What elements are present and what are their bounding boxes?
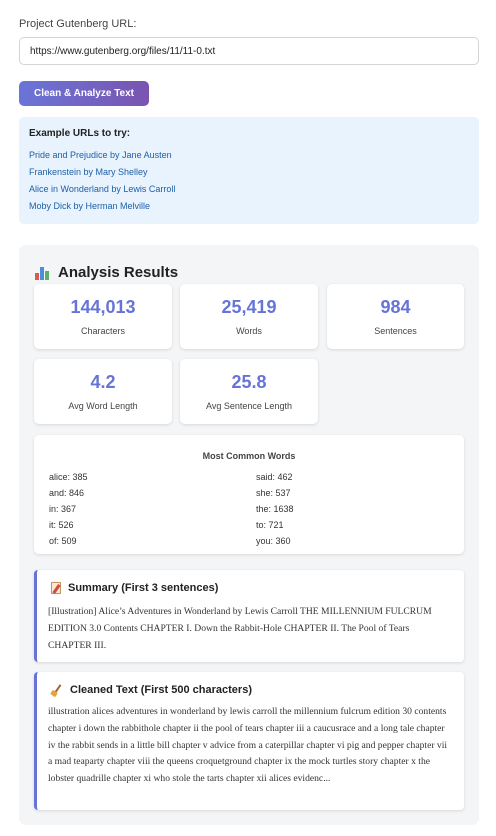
stat-value-sentences: 984 bbox=[380, 297, 411, 317]
common-word-item: in: 367 bbox=[49, 504, 77, 514]
summary-title: Summary (First 3 sentences) bbox=[68, 582, 219, 594]
common-word-item: of: 509 bbox=[49, 536, 77, 546]
stat-card-avg-sentence-length: 25.8 Avg Sentence Length bbox=[180, 359, 318, 424]
memo-icon bbox=[51, 582, 61, 594]
broom-icon bbox=[51, 684, 63, 696]
cleaned-text-title: Cleaned Text (First 500 characters) bbox=[70, 684, 252, 696]
stat-label-sentences: Sentences bbox=[374, 326, 417, 336]
common-word-item: you: 360 bbox=[256, 536, 291, 546]
summary-card: Summary (First 3 sentences) [Illustratio… bbox=[34, 570, 464, 662]
stat-label-words: Words bbox=[236, 326, 262, 336]
stat-label-characters: Characters bbox=[80, 326, 125, 336]
url-label: Project Gutenberg URL: bbox=[19, 18, 137, 30]
example-urls-box: Example URLs to try: Pride and Prejudice… bbox=[19, 117, 479, 224]
stat-card-avg-word-length: 4.2 Avg Word Length bbox=[34, 359, 172, 424]
common-word-item: the: 1638 bbox=[256, 504, 294, 514]
examples-title: Example URLs to try: bbox=[29, 128, 131, 139]
example-link-alice-in-wonderland[interactable]: Alice in Wonderland by Lewis Carroll bbox=[29, 181, 469, 198]
common-words-card: Most Common Words alice: 385 and: 846 in… bbox=[34, 435, 464, 554]
summary-text: [Illustration] Alice’s Adventures in Won… bbox=[48, 606, 432, 651]
common-word-item: and: 846 bbox=[49, 488, 85, 498]
stat-value-words: 25,419 bbox=[221, 297, 277, 317]
common-words-title: Most Common Words bbox=[202, 451, 296, 461]
common-word-item: to: 721 bbox=[256, 520, 284, 530]
stat-label-avg-word-length: Avg Word Length bbox=[68, 401, 138, 411]
results-title: Analysis Results bbox=[58, 264, 179, 281]
common-words-right-column: said: 462 she: 537 the: 1638 to: 721 you… bbox=[256, 469, 294, 549]
summary-heading: Summary (First 3 sentences) bbox=[51, 582, 218, 594]
example-link-moby-dick[interactable]: Moby Dick by Herman Melville bbox=[29, 198, 469, 215]
common-word-item: alice: 385 bbox=[49, 472, 88, 482]
example-link-frankenstein[interactable]: Frankenstein by Mary Shelley bbox=[29, 164, 469, 181]
stat-card-sentences: 984 Sentences bbox=[327, 284, 464, 349]
common-word-item: she: 537 bbox=[256, 488, 291, 498]
stat-value-avg-word-length: 4.2 bbox=[90, 372, 116, 392]
common-word-item: said: 462 bbox=[256, 472, 293, 482]
common-word-item: it: 526 bbox=[49, 520, 74, 530]
analysis-results-panel: Analysis Results 144,013 Characters 25,4… bbox=[19, 245, 479, 825]
stat-card-characters: 144,013 Characters bbox=[34, 284, 172, 349]
cleaned-text-body: illustration alices adventures in wonder… bbox=[48, 706, 448, 785]
cleaned-text-heading: Cleaned Text (First 500 characters) bbox=[51, 684, 252, 696]
url-input[interactable] bbox=[19, 37, 479, 65]
clean-analyze-button[interactable]: Clean & Analyze Text bbox=[19, 81, 149, 106]
common-words-left-column: alice: 385 and: 846 in: 367 it: 526 of: … bbox=[49, 469, 88, 549]
bar-chart-icon bbox=[35, 266, 50, 280]
stat-card-words: 25,419 Words bbox=[180, 284, 318, 349]
cleaned-text-card: Cleaned Text (First 500 characters) illu… bbox=[34, 672, 464, 810]
example-link-pride-and-prejudice[interactable]: Pride and Prejudice by Jane Austen bbox=[29, 147, 469, 164]
stat-label-avg-sentence-length: Avg Sentence Length bbox=[206, 401, 292, 411]
stat-value-characters: 144,013 bbox=[70, 297, 136, 317]
results-heading: Analysis Results bbox=[35, 264, 178, 281]
stat-value-avg-sentence-length: 25.8 bbox=[231, 372, 267, 392]
